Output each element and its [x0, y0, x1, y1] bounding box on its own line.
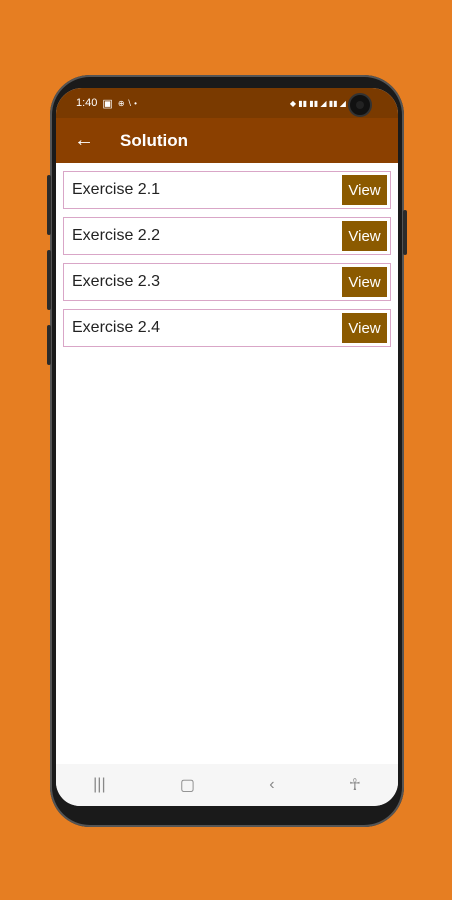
image-icon: ▣: [102, 97, 113, 110]
exercise-label: Exercise 2.2: [72, 227, 161, 244]
status-time: 1:40: [76, 97, 98, 109]
view-button[interactable]: View: [342, 175, 387, 205]
front-camera: [348, 93, 372, 117]
view-button[interactable]: View: [342, 313, 387, 343]
volume-button: [47, 250, 51, 310]
exercise-label: Exercise 2.1: [72, 181, 161, 198]
system-nav-bar: ||| ▢ ‹ ☥: [56, 764, 398, 806]
exercise-label: Exercise 2.3: [72, 273, 161, 290]
status-bar: 1:40 ▣ ⊕ ∖ • ◆ ▮▮ ▮▮ ◢ ▮▮ ◢ 6: [56, 88, 398, 118]
view-button[interactable]: View: [342, 221, 387, 251]
list-item: Exercise 2.2 View: [63, 217, 391, 255]
signal-icons: ◆ ▮▮ ▮▮ ◢ ▮▮ ◢: [289, 98, 346, 108]
volume-button: [47, 175, 51, 235]
list-item: Exercise 2.3 View: [63, 263, 391, 301]
notification-icon: ⊕ ∖ •: [117, 98, 137, 108]
bixby-button: [47, 325, 51, 365]
view-button[interactable]: View: [342, 267, 387, 297]
exercise-list: Exercise 2.1 View Exercise 2.2 View Exer…: [56, 163, 398, 347]
exercise-label: Exercise 2.4: [72, 319, 161, 336]
list-item: Exercise 2.1 View: [63, 171, 391, 209]
screen: 1:40 ▣ ⊕ ∖ • ◆ ▮▮ ▮▮ ◢ ▮▮ ◢ 6 ← Solution…: [56, 88, 398, 806]
back-arrow-icon[interactable]: ←: [74, 129, 120, 152]
accessibility-icon[interactable]: ☥: [349, 775, 361, 795]
home-icon[interactable]: ▢: [180, 775, 195, 795]
power-button: [403, 210, 407, 255]
page-title: Solution: [120, 130, 188, 150]
list-item: Exercise 2.4 View: [63, 309, 391, 347]
recents-icon[interactable]: |||: [93, 776, 105, 794]
app-bar: ← Solution: [56, 118, 398, 163]
back-nav-icon[interactable]: ‹: [269, 776, 274, 794]
